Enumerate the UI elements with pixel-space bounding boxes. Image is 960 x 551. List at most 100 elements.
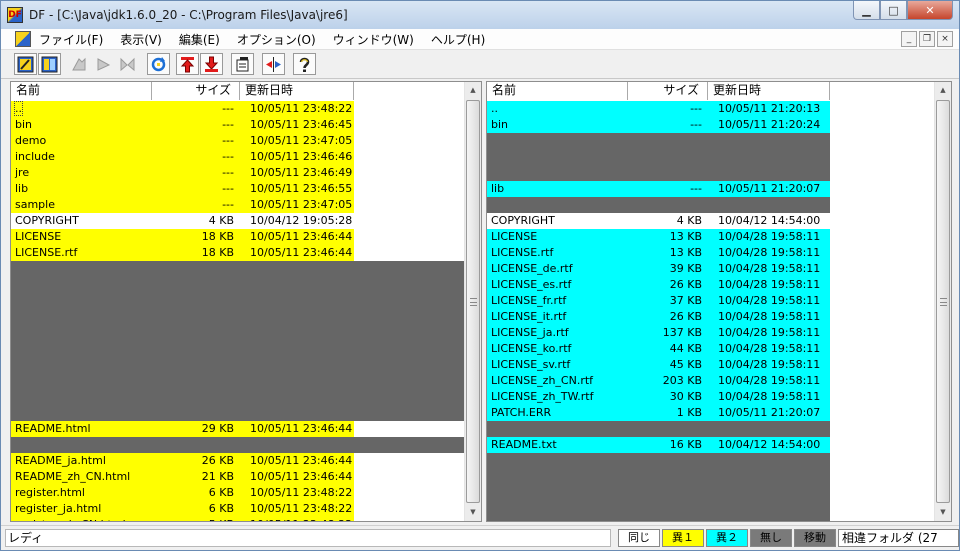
file-row[interactable] [487, 453, 830, 469]
file-row[interactable] [11, 261, 465, 277]
file-row[interactable]: PATCH.ERR 1 KB 10/05/11 21:20:07 [487, 405, 830, 421]
file-row[interactable] [487, 197, 830, 213]
right-file-pane[interactable]: 名前 サイズ 更新日時 .. --- 10/05/11 21:20:13 bin ---… [486, 81, 952, 522]
open-both-button[interactable] [38, 53, 61, 75]
open-pane-button[interactable] [14, 53, 37, 75]
file-row[interactable]: demo --- 10/05/11 23:47:05 [11, 133, 354, 149]
menu-window[interactable]: ウィンドウ(W) [333, 31, 414, 48]
file-row[interactable]: .. --- 10/05/11 23:48:22 [11, 101, 354, 117]
right-header-name[interactable]: 名前 [487, 82, 628, 100]
file-row[interactable] [11, 405, 465, 421]
file-row[interactable]: LICENSE_es.rtf 26 KB 10/04/28 19:58:11 [487, 277, 830, 293]
menu-view[interactable]: 表示(V) [120, 31, 162, 48]
file-row[interactable]: jre --- 10/05/11 23:46:49 [11, 165, 354, 181]
menu-edit[interactable]: 編集(E) [179, 31, 220, 48]
file-row[interactable]: bin --- 10/05/11 21:20:24 [487, 117, 830, 133]
file-row[interactable]: lib --- 10/05/11 23:46:55 [11, 181, 354, 197]
file-row[interactable]: LICENSE_zh_CN.rtf 203 KB 10/04/28 19:58:11 [487, 373, 830, 389]
left-file-pane[interactable]: 名前 サイズ 更新日時 .. --- 10/05/11 23:48:22 bin ---… [10, 81, 482, 522]
left-header-size[interactable]: サイズ [152, 82, 240, 100]
file-row[interactable] [11, 293, 465, 309]
file-row[interactable] [11, 277, 465, 293]
file-row[interactable]: README_zh_CN.html 21 KB 10/05/11 23:46:44 [11, 469, 354, 485]
file-name: COPYRIGHT [11, 213, 152, 229]
left-scrollbar[interactable]: ▲ ▼ [464, 82, 481, 521]
file-row[interactable]: lib --- 10/05/11 21:20:07 [487, 181, 830, 197]
help-button[interactable] [293, 53, 316, 75]
copy-left-button[interactable] [68, 53, 91, 75]
file-row[interactable]: .. --- 10/05/11 21:20:13 [487, 101, 830, 117]
maximize-button[interactable]: □ [880, 1, 907, 20]
mdi-minimize-button[interactable]: _ [901, 31, 917, 47]
file-row[interactable]: LICENSE.rtf 13 KB 10/04/28 19:58:11 [487, 245, 830, 261]
file-row[interactable]: COPYRIGHT 4 KB 10/04/12 14:54:00 [487, 213, 830, 229]
file-row[interactable]: LICENSE_sv.rtf 45 KB 10/04/28 19:58:11 [487, 357, 830, 373]
left-header-name[interactable]: 名前 [11, 82, 152, 100]
right-scroll-up-button[interactable]: ▲ [935, 82, 951, 99]
file-row[interactable]: LICENSE_fr.rtf 37 KB 10/04/28 19:58:11 [487, 293, 830, 309]
menu-file[interactable]: ファイル(F) [39, 31, 103, 48]
file-row[interactable]: sample --- 10/05/11 23:47:05 [11, 197, 354, 213]
left-header-date[interactable]: 更新日時 [240, 82, 354, 100]
file-row[interactable]: README.html 29 KB 10/05/11 23:46:44 [11, 421, 354, 437]
upload-button[interactable] [176, 53, 199, 75]
refresh-button[interactable] [147, 53, 170, 75]
left-scroll-up-button[interactable]: ▲ [465, 82, 481, 99]
mdi-restore-button[interactable]: ❐ [919, 31, 935, 47]
title-bar[interactable]: DF DF - [C:\Java\jdk1.6.0_20 - C:\Progra… [1, 1, 959, 29]
file-row[interactable] [487, 149, 830, 165]
compare-button[interactable] [262, 53, 285, 75]
file-row[interactable] [487, 485, 830, 501]
properties-button[interactable] [231, 53, 254, 75]
file-row[interactable]: LICENSE_it.rtf 26 KB 10/04/28 19:58:11 [487, 309, 830, 325]
file-row[interactable]: LICENSE_ko.rtf 44 KB 10/04/28 19:58:11 [487, 341, 830, 357]
menu-help[interactable]: ヘルプ(H) [431, 31, 485, 48]
left-file-list[interactable]: 名前 サイズ 更新日時 .. --- 10/05/11 23:48:22 bin ---… [11, 82, 465, 521]
right-scroll-down-button[interactable]: ▼ [935, 504, 951, 521]
file-name: LICENSE_it.rtf [487, 309, 628, 325]
file-row[interactable] [11, 341, 465, 357]
file-row[interactable]: LICENSE_ja.rtf 137 KB 10/04/28 19:58:11 [487, 325, 830, 341]
file-row[interactable] [11, 309, 465, 325]
file-row[interactable] [11, 437, 465, 453]
right-scrollbar[interactable]: ▲ ▼ [934, 82, 951, 521]
file-row[interactable] [11, 373, 465, 389]
file-row[interactable]: LICENSE 13 KB 10/04/28 19:58:11 [487, 229, 830, 245]
file-row[interactable]: register_zh_CN.html 5 KB10/05/11 23:48:22 [11, 517, 354, 521]
file-row[interactable] [487, 469, 830, 485]
file-row[interactable]: COPYRIGHT 4 KB 10/04/12 19:05:28 [11, 213, 354, 229]
right-scroll-thumb[interactable] [936, 100, 950, 503]
file-row[interactable]: LICENSE_zh_TW.rtf 30 KB 10/04/28 19:58:11 [487, 389, 830, 405]
file-row[interactable]: bin --- 10/05/11 23:46:45 [11, 117, 354, 133]
file-row[interactable]: LICENSE.rtf 18 KB 10/05/11 23:46:44 [11, 245, 354, 261]
download-button[interactable] [200, 53, 223, 75]
right-header-size[interactable]: サイズ [628, 82, 708, 100]
file-row[interactable]: README.txt 16 KB 10/04/12 14:54:00 [487, 437, 830, 453]
file-row[interactable]: include --- 10/05/11 23:46:46 [11, 149, 354, 165]
file-row[interactable]: LICENSE 18 KB 10/05/11 23:46:44 [11, 229, 354, 245]
file-row[interactable] [487, 133, 830, 149]
file-row[interactable] [487, 421, 830, 437]
close-button[interactable]: ✕ [907, 1, 953, 20]
file-row[interactable] [487, 501, 830, 517]
file-row[interactable] [11, 325, 465, 341]
file-row[interactable]: LICENSE_de.rtf 39 KB 10/04/28 19:58:11 [487, 261, 830, 277]
document-menu-icon[interactable] [15, 31, 31, 47]
file-row[interactable] [487, 517, 830, 521]
left-scroll-down-button[interactable]: ▼ [465, 504, 481, 521]
right-file-list[interactable]: 名前 サイズ 更新日時 .. --- 10/05/11 21:20:13 bin ---… [487, 82, 935, 521]
file-row[interactable] [11, 389, 465, 405]
minimize-button[interactable]: ▁ [853, 1, 880, 20]
file-row[interactable] [11, 357, 465, 373]
right-header-date[interactable]: 更新日時 [708, 82, 830, 100]
file-row[interactable]: register.html 6 KB 10/05/11 23:48:22 [11, 485, 354, 501]
mdi-close-button[interactable]: × [937, 31, 953, 47]
app-logo-icon[interactable]: DF [7, 7, 23, 23]
file-row[interactable]: register_ja.html 6 KB 10/05/11 23:48:22 [11, 501, 354, 517]
file-row[interactable] [487, 165, 830, 181]
file-row[interactable]: README_ja.html 26 KB 10/05/11 23:46:44 [11, 453, 354, 469]
left-scroll-thumb[interactable] [466, 100, 480, 503]
copy-both-button[interactable] [116, 53, 139, 75]
copy-right-button[interactable] [92, 53, 115, 75]
menu-options[interactable]: オプション(O) [237, 31, 316, 48]
